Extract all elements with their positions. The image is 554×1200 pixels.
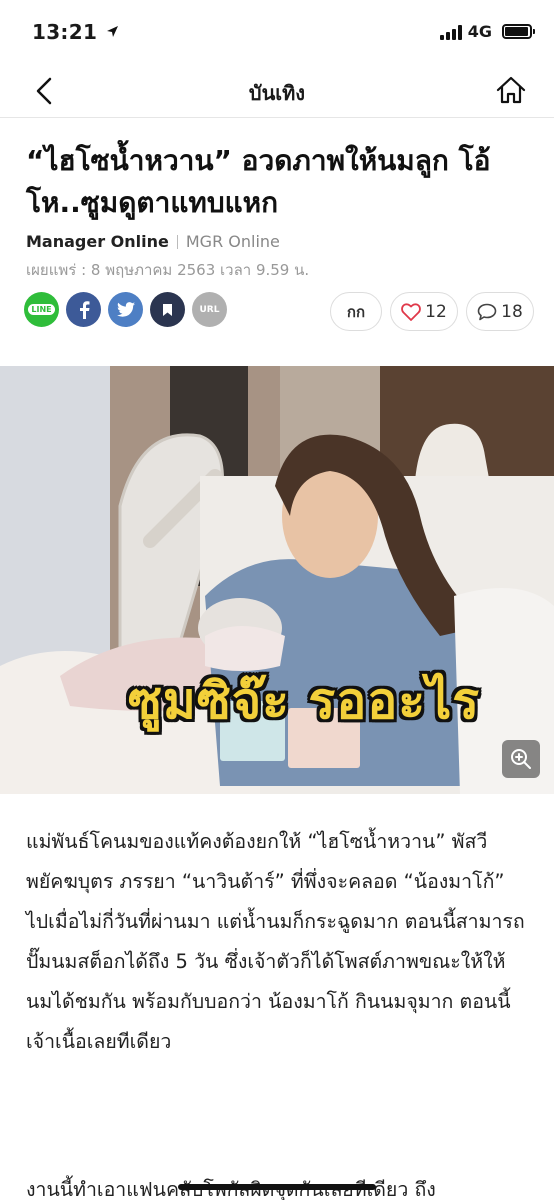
brand-name: MGR Online (185, 232, 280, 251)
share-line-button[interactable]: LINE (24, 292, 59, 327)
action-row: กก 12 18 (330, 292, 534, 331)
share-url-button[interactable]: URL (192, 292, 227, 327)
share-twitter-button[interactable] (108, 292, 143, 327)
battery-icon (502, 24, 535, 39)
network-label: 4G (467, 22, 492, 41)
like-count: 12 (425, 301, 447, 322)
share-row: LINE URL (24, 292, 227, 327)
article-headline: “ไฮโซน้ำหวาน” อวดภาพให้นมลูก โอ้โห..ซูมด… (26, 144, 491, 219)
heart-icon (401, 302, 422, 321)
status-bar: 13:21 4G (0, 0, 554, 64)
status-time: 13:21 (32, 20, 119, 44)
facebook-icon (79, 300, 89, 319)
home-indicator (178, 1184, 376, 1190)
home-icon (496, 76, 526, 104)
home-button[interactable] (494, 73, 528, 107)
line-icon: LINE (28, 304, 55, 315)
share-facebook-button[interactable] (66, 292, 101, 327)
font-size-button[interactable]: กก (330, 292, 382, 331)
source-name[interactable]: Manager Online (26, 232, 169, 251)
bookmark-button[interactable] (150, 292, 185, 327)
signal-icon (439, 24, 462, 40)
byline-divider (176, 234, 178, 249)
zoom-icon (511, 749, 531, 769)
like-button[interactable]: 12 (390, 292, 458, 331)
publish-date: เผยแพร่ : 8 พฤษภาคม 2563 เวลา 9.59 น. (26, 261, 310, 279)
byline: Manager Online MGR Online (26, 232, 280, 251)
image-caption-overlay: ซูมซิจ๊ะ รออะไร (128, 672, 481, 730)
zoom-button[interactable] (502, 740, 540, 778)
article-photo[interactable]: ซูมซิจ๊ะ รออะไร (0, 366, 554, 794)
section-title: บันเทิง (248, 81, 306, 105)
comment-count: 18 (501, 301, 523, 322)
font-size-label: กก (346, 302, 366, 321)
bookmark-icon (163, 303, 172, 316)
comment-button[interactable]: 18 (466, 292, 534, 331)
nav-bar: บันเทิง (0, 64, 554, 118)
comment-icon (477, 303, 497, 320)
twitter-icon (116, 302, 135, 317)
url-icon: URL (199, 304, 220, 315)
location-arrow-icon (107, 26, 119, 37)
article-paragraph: แม่พันธ์โคนมของแท้คงต้องยกให้ “ไฮโซน้ำหว… (26, 830, 525, 1053)
